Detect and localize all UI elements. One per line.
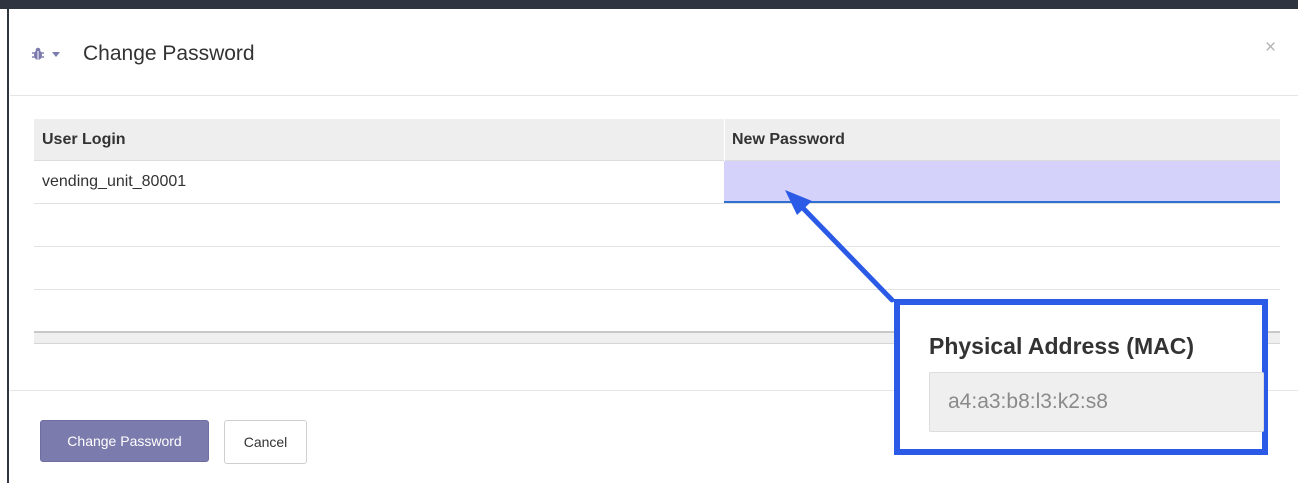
empty-row <box>34 247 1280 290</box>
caret-down-icon[interactable] <box>52 52 60 57</box>
left-window-edge <box>0 9 9 483</box>
mac-address-callout: Physical Address (MAC) a4:a3:b8:l3:k2:s8 <box>894 299 1268 455</box>
column-header-user-login[interactable]: User Login <box>42 131 126 149</box>
table-row[interactable]: vending_unit_80001 <box>34 161 1280 204</box>
mac-address-value: a4:a3:b8:l3:k2:s8 <box>948 390 1108 413</box>
callout-title: Physical Address (MAC) <box>929 333 1194 359</box>
column-divider <box>724 119 725 161</box>
empty-row <box>34 204 1280 247</box>
cancel-button[interactable]: Cancel <box>224 420 307 464</box>
user-login-cell: vending_unit_80001 <box>42 173 187 190</box>
top-window-bar <box>0 0 1298 9</box>
column-header-new-password[interactable]: New Password <box>732 131 845 149</box>
dialog-header: Change Password × <box>10 9 1298 96</box>
new-password-input[interactable] <box>724 161 1280 203</box>
close-icon[interactable]: × <box>1265 37 1276 59</box>
mac-address-field: a4:a3:b8:l3:k2:s8 <box>929 372 1264 432</box>
change-password-button[interactable]: Change Password <box>40 420 209 462</box>
table-header: User Login New Password <box>34 119 1280 161</box>
bug-icon[interactable] <box>30 46 46 62</box>
dialog-title: Change Password <box>83 42 255 65</box>
